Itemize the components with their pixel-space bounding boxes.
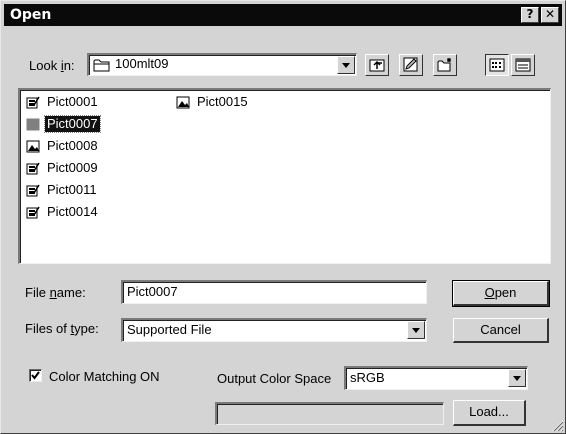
edit-icon [403, 57, 418, 72]
title-bar[interactable]: Open ? ✕ [4, 4, 562, 26]
file-type-dropdown-arrow[interactable] [407, 321, 425, 339]
edit-file-icon [26, 162, 40, 175]
file-name-value: Pict0007 [127, 284, 178, 299]
list-view-icon [489, 58, 505, 72]
image-file-icon [176, 96, 190, 109]
edit-file-icon [26, 206, 40, 219]
output-color-space-label: Output Color Space [217, 371, 332, 386]
load-path-field [215, 402, 444, 425]
image-file-icon [26, 140, 40, 153]
up-folder-button[interactable] [365, 54, 389, 76]
cancel-button[interactable]: Cancel [453, 318, 549, 343]
look-in-dropdown-arrow[interactable] [337, 56, 355, 74]
look-in-value: 100mlt09 [115, 56, 169, 71]
output-color-space-select[interactable]: sRGB [344, 366, 528, 390]
window-title: Open [10, 7, 52, 23]
edit-button[interactable] [399, 54, 423, 76]
color-matching-label: Color Matching ON [49, 369, 160, 384]
look-in-select[interactable]: 100mlt09 [87, 53, 357, 76]
edit-file-icon [26, 184, 40, 197]
checkmark-icon [31, 371, 40, 380]
open-dialog: Open ? ✕ Look in: 100mlt09 Pict0001 Pict… [0, 0, 566, 434]
new-folder-icon [437, 58, 451, 72]
output-color-space-value: sRGB [350, 370, 385, 385]
new-folder-button[interactable] [433, 54, 457, 76]
help-button[interactable]: ? [521, 7, 539, 23]
open-button[interactable]: Open [452, 280, 550, 307]
color-matching-checkbox[interactable] [29, 369, 42, 382]
edit-file-icon [26, 96, 40, 109]
file-list[interactable]: Pict0001 Pict0007 Pict0008 Pict0009 Pict… [18, 88, 551, 264]
file-type-value: Supported File [127, 322, 212, 337]
output-color-space-dropdown-arrow[interactable] [508, 369, 526, 387]
resize-grip-icon[interactable] [551, 419, 564, 432]
file-name-label: File name: [25, 285, 86, 300]
file-type-select[interactable]: Supported File [121, 318, 427, 342]
file-type-label: Files of type: [25, 321, 99, 336]
up-folder-icon [369, 59, 385, 72]
list-view-button[interactable] [485, 54, 509, 76]
folder-icon [93, 59, 110, 72]
close-button[interactable]: ✕ [541, 7, 559, 23]
look-in-label: Look in: [29, 58, 75, 73]
image-file-icon [26, 118, 40, 131]
load-button[interactable]: Load... [453, 400, 526, 426]
file-name-input[interactable]: Pict0007 [121, 280, 427, 304]
details-view-icon [515, 58, 531, 72]
details-view-button[interactable] [511, 54, 535, 76]
